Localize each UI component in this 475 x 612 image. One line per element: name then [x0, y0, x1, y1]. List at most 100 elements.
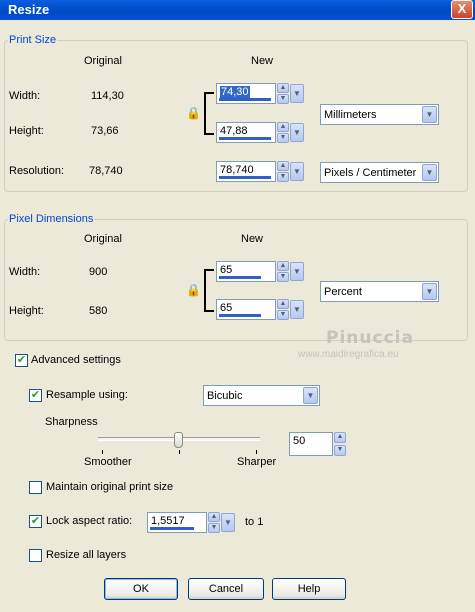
spin-down-icon[interactable]: ▼: [277, 172, 289, 182]
close-icon: X: [457, 1, 467, 16]
close-button[interactable]: X: [451, 0, 473, 19]
print-size-original-header: Original: [84, 55, 122, 67]
print-height-stepper[interactable]: 47,88 ▲ ▼ ▼: [216, 121, 304, 144]
resolution-stepper[interactable]: 78,740 ▲ ▼ ▼: [216, 160, 304, 183]
pixel-width-level-bar: [219, 276, 261, 279]
advanced-settings-label[interactable]: Advanced settings: [31, 354, 121, 366]
print-width-original: 114,30: [91, 90, 124, 102]
resolution-unit-value: Pixels / Centimeter: [324, 166, 417, 179]
pixel-height-stepper[interactable]: 65 ▲ ▼ ▼: [216, 298, 304, 321]
sharpness-tick-min: [102, 450, 103, 454]
chevron-down-icon[interactable]: ▼: [422, 106, 437, 123]
spin-up-icon[interactable]: ▲: [277, 299, 289, 309]
resample-label[interactable]: Resample using:: [46, 389, 128, 401]
checkmark-icon: ✔: [30, 515, 41, 527]
advanced-settings-checkbox[interactable]: ✔: [15, 354, 28, 367]
chevron-down-icon[interactable]: ▼: [290, 84, 304, 103]
aspect-ratio-value: 1,5517: [151, 515, 185, 527]
print-height-value: 47,88: [220, 125, 248, 137]
spin-down-icon[interactable]: ▼: [277, 133, 289, 143]
maintain-print-size-label[interactable]: Maintain original print size: [46, 481, 173, 493]
aspect-link-bracket: [204, 92, 214, 135]
aspect-ratio-stepper[interactable]: 1,5517 ▲ ▼ ▼: [147, 511, 235, 534]
sharpness-high-label: Sharper: [237, 456, 277, 468]
lock-icon: 🔒: [186, 106, 201, 120]
chevron-down-icon[interactable]: ▼: [422, 164, 437, 181]
chevron-down-icon[interactable]: ▼: [422, 283, 437, 300]
aspect-spin-arrows[interactable]: ▲ ▼: [208, 512, 220, 533]
aspect-suffix-label: to 1: [245, 516, 264, 528]
lock-icon: 🔒: [186, 283, 201, 297]
chevron-down-icon[interactable]: ▼: [221, 513, 235, 532]
sharpness-spin-arrows[interactable]: ▲ ▼: [334, 431, 346, 456]
window-title: Resize: [8, 2, 50, 17]
resolution-spin-arrows[interactable]: ▲ ▼: [277, 161, 289, 182]
resample-checkbox[interactable]: ✔: [29, 389, 42, 402]
spin-up-icon[interactable]: ▲: [277, 122, 289, 132]
lock-aspect-checkbox[interactable]: ✔: [29, 515, 42, 528]
print-width-spin-arrows[interactable]: ▲ ▼: [277, 83, 289, 104]
chevron-down-icon[interactable]: ▼: [290, 162, 304, 181]
ok-button[interactable]: OK: [104, 578, 178, 600]
maintain-print-size-checkbox[interactable]: [29, 481, 42, 494]
chevron-down-icon[interactable]: ▼: [290, 123, 304, 142]
watermark-name: Pinuccia: [326, 328, 414, 348]
spin-up-icon[interactable]: ▲: [277, 83, 289, 93]
spin-down-icon[interactable]: ▼: [277, 272, 289, 282]
sharpness-input[interactable]: 50: [289, 431, 333, 456]
spin-down-icon[interactable]: ▼: [334, 444, 346, 456]
pixel-width-stepper[interactable]: 65 ▲ ▼ ▼: [216, 260, 304, 283]
pixel-aspect-link-bracket: [204, 269, 214, 312]
pixel-width-spin-arrows[interactable]: ▲ ▼: [277, 261, 289, 282]
spin-down-icon[interactable]: ▼: [277, 94, 289, 104]
print-size-new-header: New: [251, 55, 274, 67]
spin-up-icon[interactable]: ▲: [277, 261, 289, 271]
pixel-unit-select[interactable]: Percent ▼: [320, 281, 439, 302]
title-bar[interactable]: Resize X: [0, 0, 475, 20]
resize-all-layers-label[interactable]: Resize all layers: [46, 549, 126, 561]
spin-up-icon[interactable]: ▲: [208, 512, 220, 522]
spin-up-icon[interactable]: ▲: [277, 161, 289, 171]
spin-up-icon[interactable]: ▲: [334, 431, 346, 443]
print-width-input[interactable]: 74,30: [216, 83, 276, 104]
aspect-ratio-level-bar: [150, 527, 194, 530]
pixel-width-label: Width:: [9, 266, 41, 278]
cancel-button[interactable]: Cancel: [188, 578, 264, 600]
resolution-label: Resolution:: [9, 165, 65, 177]
print-size-group-label: Print Size: [8, 34, 58, 46]
pixel-height-input[interactable]: 65: [216, 299, 276, 320]
print-width-level-bar: [219, 98, 271, 101]
chevron-down-icon[interactable]: ▼: [290, 300, 304, 319]
print-height-level-bar: [219, 137, 271, 140]
print-height-label: Height:: [9, 125, 44, 137]
print-width-value: 74,30: [220, 86, 250, 98]
resolution-input[interactable]: 78,740: [216, 161, 276, 182]
pixel-height-label: Height:: [9, 305, 44, 317]
spin-down-icon[interactable]: ▼: [208, 523, 220, 533]
resample-method-select[interactable]: Bicubic ▼: [203, 385, 320, 406]
pixel-height-level-bar: [219, 314, 261, 317]
print-height-input[interactable]: 47,88: [216, 122, 276, 143]
pixel-width-input[interactable]: 65: [216, 261, 276, 282]
chevron-down-icon[interactable]: ▼: [303, 387, 318, 404]
sharpness-stepper[interactable]: 50 ▲ ▼: [289, 431, 346, 456]
pixel-height-spin-arrows[interactable]: ▲ ▼: [277, 299, 289, 320]
sharpness-slider-thumb[interactable]: [174, 432, 183, 448]
aspect-ratio-input[interactable]: 1,5517: [147, 512, 207, 533]
chevron-down-icon[interactable]: ▼: [290, 262, 304, 281]
resize-all-layers-checkbox[interactable]: [29, 549, 42, 562]
lock-aspect-label[interactable]: Lock aspect ratio:: [46, 515, 132, 527]
sharpness-low-label: Smoother: [84, 456, 132, 468]
print-width-stepper[interactable]: 74,30 ▲ ▼ ▼: [216, 82, 304, 105]
resolution-unit-select[interactable]: Pixels / Centimeter ▼: [320, 162, 439, 183]
print-unit-select[interactable]: Millimeters ▼: [320, 104, 439, 125]
resolution-value: 78,740: [220, 164, 254, 176]
checkmark-icon: ✔: [16, 354, 27, 366]
help-button[interactable]: Help: [272, 578, 346, 600]
resolution-original: 78,740: [89, 165, 123, 177]
print-height-spin-arrows[interactable]: ▲ ▼: [277, 122, 289, 143]
print-height-original: 73,66: [91, 125, 119, 137]
spin-down-icon[interactable]: ▼: [277, 310, 289, 320]
pixel-unit-value: Percent: [324, 285, 362, 298]
print-unit-value: Millimeters: [324, 108, 377, 121]
